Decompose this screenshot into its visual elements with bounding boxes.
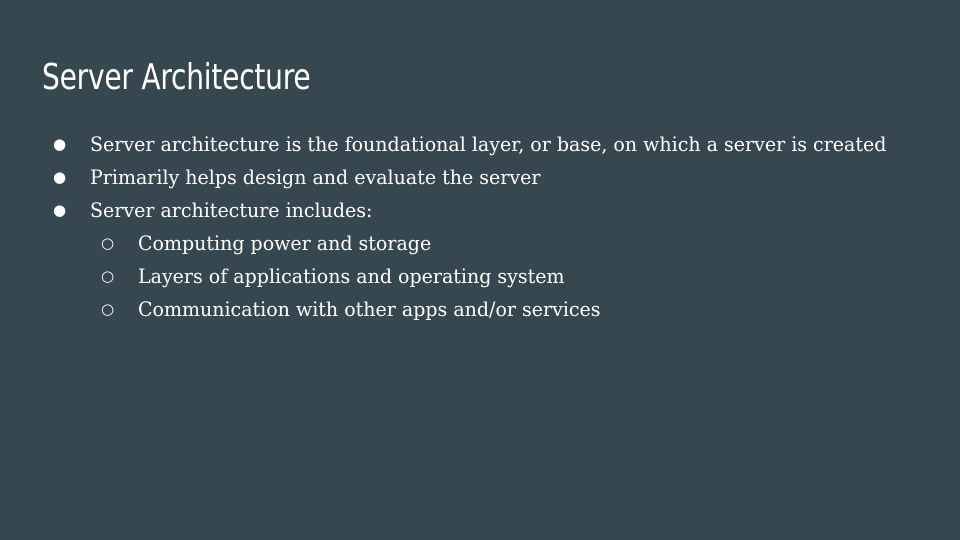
bullet-item: ● Primarily helps design and evaluate th… [0,161,960,194]
bullet-item: ● Server architecture includes: [0,194,960,227]
sub-bullet-item: ○ Layers of applications and operating s… [0,260,960,293]
filled-circle-bullet-icon: ● [53,201,67,219]
hollow-circle-bullet-icon: ○ [101,267,115,285]
bullet-text: Server architecture includes: [90,198,373,222]
bullet-list: ● Server architecture is the foundationa… [0,128,960,326]
sub-bullet-text: Computing power and storage [138,231,432,255]
bullet-text: Server architecture is the foundational … [90,132,887,156]
sub-bullet-text: Layers of applications and operating sys… [138,264,565,288]
bullet-text: Primarily helps design and evaluate the … [90,165,541,189]
filled-circle-bullet-icon: ● [53,135,67,153]
hollow-circle-bullet-icon: ○ [101,300,115,318]
sub-bullet-item: ○ Communication with other apps and/or s… [0,293,960,326]
hollow-circle-bullet-icon: ○ [101,234,115,252]
slide: Server Architecture ● Server architectur… [0,0,960,540]
sub-bullet-item: ○ Computing power and storage [0,227,960,260]
filled-circle-bullet-icon: ● [53,168,67,186]
sub-bullet-text: Communication with other apps and/or ser… [138,297,601,321]
bullet-item: ● Server architecture is the foundationa… [0,128,960,161]
slide-title: Server Architecture [42,57,311,98]
